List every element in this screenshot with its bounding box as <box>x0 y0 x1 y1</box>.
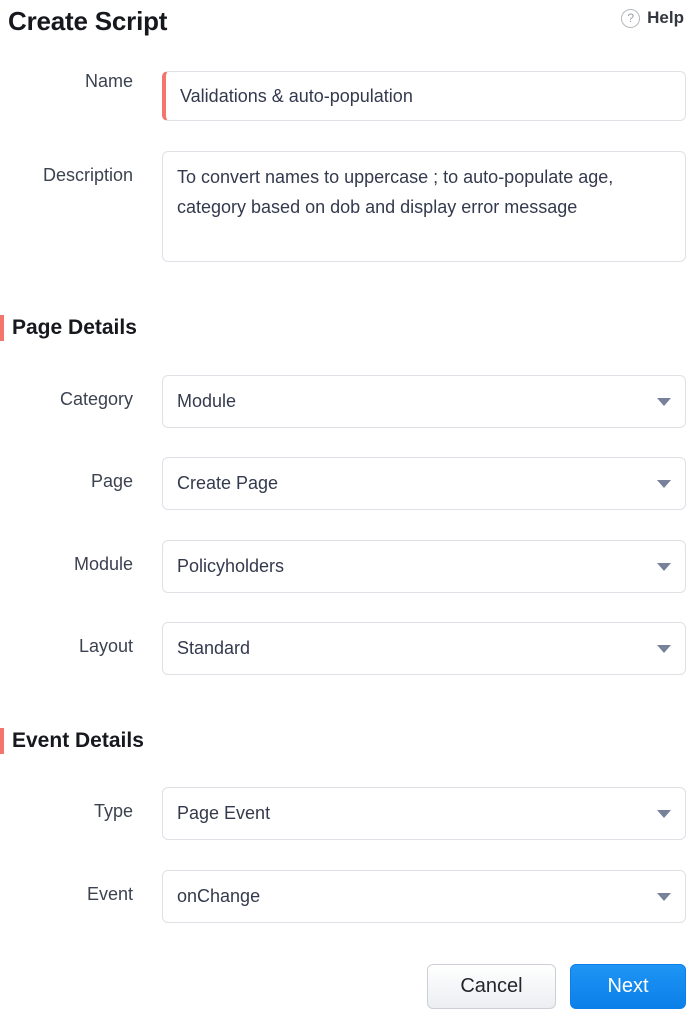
module-label: Module <box>0 540 133 575</box>
chevron-down-icon <box>657 810 671 818</box>
next-button[interactable]: Next <box>570 964 686 1009</box>
cancel-button[interactable]: Cancel <box>427 964 556 1009</box>
layout-select[interactable]: Standard <box>162 622 686 675</box>
chevron-down-icon <box>657 645 671 653</box>
category-value: Module <box>177 391 649 412</box>
field-row-layout: Layout Standard <box>0 622 692 675</box>
section-accent-bar <box>0 728 4 754</box>
section-title-event-details: Event Details <box>12 729 144 753</box>
description-control <box>162 151 686 267</box>
event-label: Event <box>0 870 133 905</box>
section-title-page-details: Page Details <box>12 316 137 340</box>
field-row-description: Description <box>0 151 692 267</box>
layout-control: Standard <box>162 622 686 675</box>
type-label: Type <box>0 787 133 822</box>
page-title: Create Script <box>8 6 167 37</box>
dialog-header: Create Script ? Help <box>0 0 692 52</box>
name-input[interactable] <box>162 71 686 121</box>
field-row-name: Name <box>0 71 692 121</box>
section-accent-bar <box>0 315 4 341</box>
name-label: Name <box>0 71 133 92</box>
section-event-details: Event Details <box>0 727 144 755</box>
field-row-page: Page Create Page <box>0 457 692 510</box>
category-select[interactable]: Module <box>162 375 686 428</box>
event-select[interactable]: onChange <box>162 870 686 923</box>
module-select[interactable]: Policyholders <box>162 540 686 593</box>
field-row-module: Module Policyholders <box>0 540 692 593</box>
type-select[interactable]: Page Event <box>162 787 686 840</box>
module-value: Policyholders <box>177 556 649 577</box>
page-label: Page <box>0 457 133 492</box>
name-control <box>162 71 686 121</box>
layout-label: Layout <box>0 622 133 657</box>
layout-value: Standard <box>177 638 649 659</box>
event-control: onChange <box>162 870 686 923</box>
dialog-footer: Cancel Next <box>0 964 692 1030</box>
help-label: Help <box>647 8 684 28</box>
question-circle-icon: ? <box>621 9 640 28</box>
page-value: Create Page <box>177 473 649 494</box>
field-row-category: Category Module <box>0 375 692 428</box>
chevron-down-icon <box>657 893 671 901</box>
field-row-event: Event onChange <box>0 870 692 923</box>
category-control: Module <box>162 375 686 428</box>
event-value: onChange <box>177 886 649 907</box>
module-control: Policyholders <box>162 540 686 593</box>
type-control: Page Event <box>162 787 686 840</box>
description-textarea[interactable] <box>162 151 686 262</box>
category-label: Category <box>0 375 133 410</box>
chevron-down-icon <box>657 398 671 406</box>
page-select[interactable]: Create Page <box>162 457 686 510</box>
chevron-down-icon <box>657 480 671 488</box>
description-label: Description <box>0 151 133 186</box>
type-value: Page Event <box>177 803 649 824</box>
section-page-details: Page Details <box>0 314 137 342</box>
page-control: Create Page <box>162 457 686 510</box>
help-button[interactable]: ? Help <box>621 8 684 28</box>
create-script-dialog: Create Script ? Help Name Description Pa… <box>0 0 692 1030</box>
field-row-type: Type Page Event <box>0 787 692 840</box>
chevron-down-icon <box>657 563 671 571</box>
